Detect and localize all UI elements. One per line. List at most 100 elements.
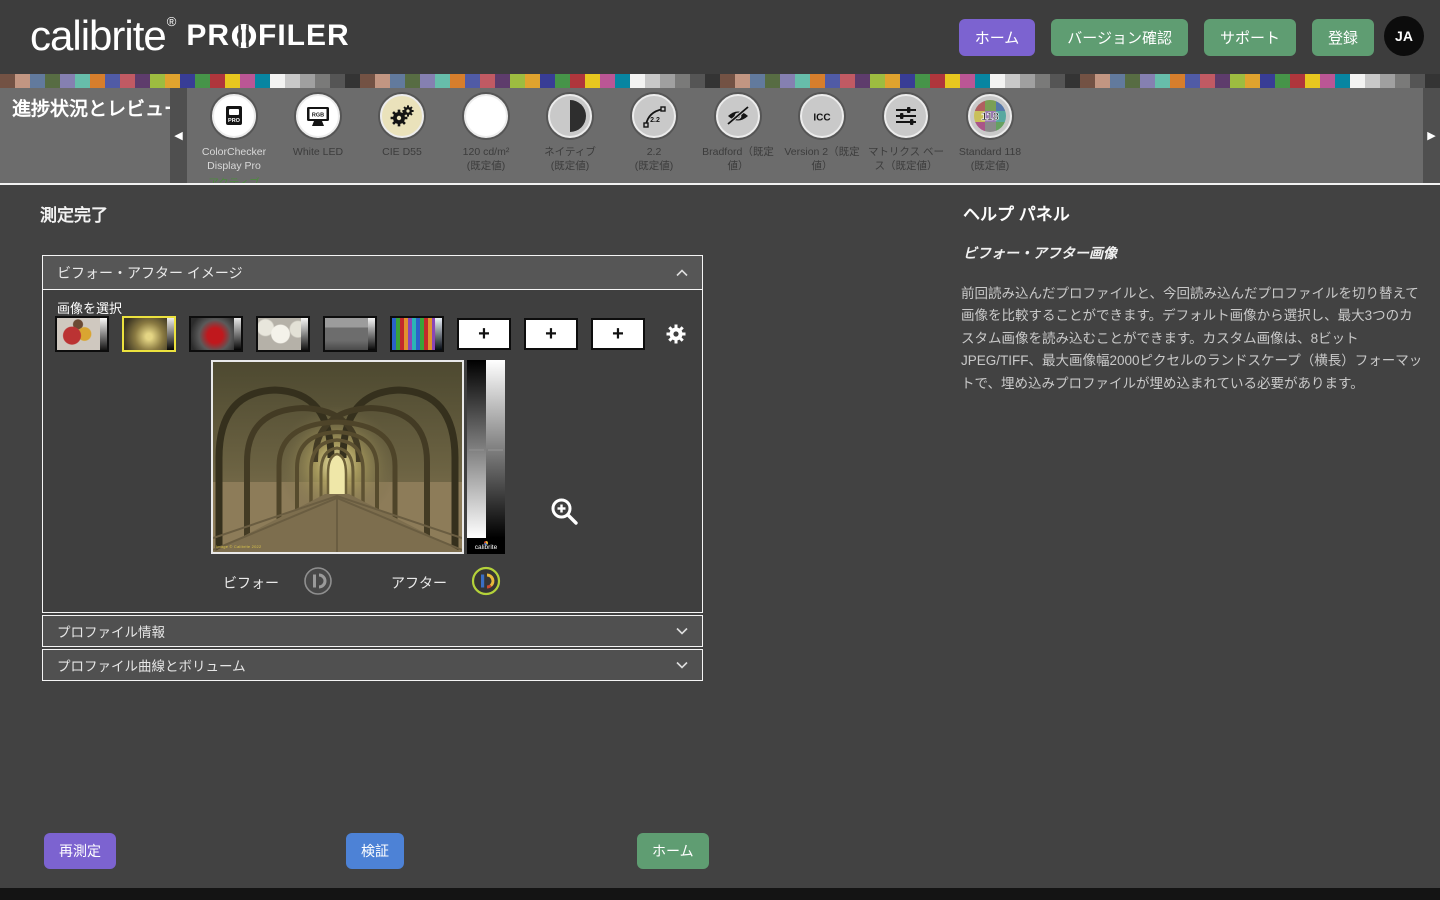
remeasure-button[interactable]: 再測定 <box>44 833 116 869</box>
color-patch <box>885 74 900 88</box>
progress-step-6[interactable]: 2.22.2 (既定値) <box>612 94 696 183</box>
progress-step-9[interactable]: マトリクス ベース（既定値） <box>864 94 948 183</box>
color-patch <box>285 74 300 88</box>
color-patch <box>960 74 975 88</box>
color-patch <box>75 74 90 88</box>
profile-curves-section[interactable]: プロファイル曲線とボリューム <box>42 649 703 681</box>
progress-step-3[interactable]: CIE D55 <box>360 94 444 183</box>
archway-photo <box>213 362 462 552</box>
color-patch <box>180 74 195 88</box>
color-patch <box>720 74 735 88</box>
color-patch <box>45 74 60 88</box>
thumb-archway[interactable] <box>122 316 176 352</box>
user-avatar[interactable]: JA <box>1384 16 1424 56</box>
step-label: ネイティブ (既定値) <box>528 145 612 173</box>
color-patch <box>735 74 750 88</box>
progress-step-7[interactable]: Bradford（既定値） <box>696 94 780 183</box>
support-button[interactable]: サポート <box>1204 19 1296 56</box>
before-after-panel-header[interactable]: ビフォー・アフター イメージ <box>43 256 702 290</box>
profile-curves-title: プロファイル曲線とボリューム <box>57 655 246 675</box>
color-patch <box>330 74 345 88</box>
progress-step-10[interactable]: 118Standard 118 (既定値) <box>948 94 1032 183</box>
color-patch <box>270 74 285 88</box>
register-button[interactable]: 登録 <box>1312 19 1374 56</box>
step-status: アクティブ <box>208 175 259 183</box>
progress-step-1[interactable]: PROColorChecker Display Proアクティブ <box>192 94 276 183</box>
zoom-in-icon[interactable] <box>549 496 579 531</box>
color-patch <box>1140 74 1155 88</box>
color-patch <box>1365 74 1380 88</box>
svg-text:ICC: ICC <box>813 113 830 124</box>
thumb-eggs[interactable] <box>256 316 310 352</box>
add-custom-image-button[interactable]: + <box>457 318 511 350</box>
color-patch <box>1335 74 1350 88</box>
color-patch <box>525 74 540 88</box>
color-patch <box>0 74 15 88</box>
home-button[interactable]: ホーム <box>637 833 709 869</box>
color-patch <box>255 74 270 88</box>
thumb-red-flower[interactable] <box>189 316 243 352</box>
color-patch <box>1125 74 1140 88</box>
progress-step-5[interactable]: ネイティブ (既定値) <box>528 94 612 183</box>
registered-mark: ® <box>167 14 177 29</box>
color-patch <box>120 74 135 88</box>
color-patch <box>705 74 720 88</box>
color-patch <box>540 74 555 88</box>
color-patch <box>900 74 915 88</box>
validate-button[interactable]: 検証 <box>346 833 404 869</box>
color-patch <box>1380 74 1395 88</box>
watermark-text: calibrite <box>475 545 497 552</box>
color-patch <box>945 74 960 88</box>
color-patch <box>810 74 825 88</box>
color-patch <box>1170 74 1185 88</box>
thumb-color-stripes[interactable] <box>390 316 444 352</box>
version-check-button[interactable]: バージョン確認 <box>1051 19 1188 56</box>
help-subtitle: ビフォー・アフター画像 <box>963 243 1117 263</box>
color-patch <box>1200 74 1215 88</box>
select-image-label: 画像を選択 <box>57 298 122 317</box>
color-patch <box>1065 74 1080 88</box>
thumb-portrait-people[interactable] <box>55 316 109 352</box>
display-pro-icon: PRO <box>212 94 256 138</box>
left-arrow-icon: ◀ <box>174 129 182 142</box>
home-nav-button[interactable]: ホーム <box>959 19 1036 56</box>
progress-title: 進捗状況とレビュー <box>12 94 183 121</box>
panel-title: ビフォー・アフター イメージ <box>57 263 243 283</box>
svg-text:RGB: RGB <box>312 113 324 119</box>
color-patch <box>750 74 765 88</box>
settings-gear-icon[interactable] <box>664 322 688 346</box>
profile-info-section[interactable]: プロファイル情報 <box>42 615 703 647</box>
divider-line <box>0 183 1440 185</box>
color-patch <box>480 74 495 88</box>
color-patch <box>990 74 1005 88</box>
color-patch <box>465 74 480 88</box>
preview-image: Image © Calibrite 2022 <box>211 360 464 554</box>
color-patch <box>675 74 690 88</box>
thumb-bw-landscape[interactable] <box>323 316 377 352</box>
scroll-left-arrow[interactable]: ◀ <box>170 88 187 183</box>
icc-icon: ICC <box>800 94 844 138</box>
color-patch <box>825 74 840 88</box>
help-panel-title: ヘルプ パネル <box>963 200 1070 225</box>
progress-step-2[interactable]: RGBWhite LED <box>276 94 360 183</box>
after-toggle[interactable] <box>471 566 501 596</box>
right-arrow-icon: ▶ <box>1427 129 1435 142</box>
add-custom-image-button[interactable]: + <box>591 318 645 350</box>
step-label: Version 2（既定値） <box>780 145 864 173</box>
color-patch <box>105 74 120 88</box>
progress-step-8[interactable]: ICC Version 2（既定値） <box>780 94 864 183</box>
sliders-icon <box>884 94 928 138</box>
color-patch <box>915 74 930 88</box>
color-patch <box>1290 74 1305 88</box>
patches-118-icon: 118 <box>968 94 1012 138</box>
bottom-bar <box>0 888 1440 900</box>
image-credit: Image © Calibrite 2022 <box>216 544 261 549</box>
before-toggle[interactable] <box>303 566 333 596</box>
color-patch <box>780 74 795 88</box>
scroll-right-arrow[interactable]: ▶ <box>1423 88 1440 183</box>
color-patch <box>1395 74 1410 88</box>
color-patch <box>60 74 75 88</box>
add-custom-image-button[interactable]: + <box>524 318 578 350</box>
color-patch <box>1350 74 1365 88</box>
progress-step-4[interactable]: 120 cd/m² (既定値) <box>444 94 528 183</box>
